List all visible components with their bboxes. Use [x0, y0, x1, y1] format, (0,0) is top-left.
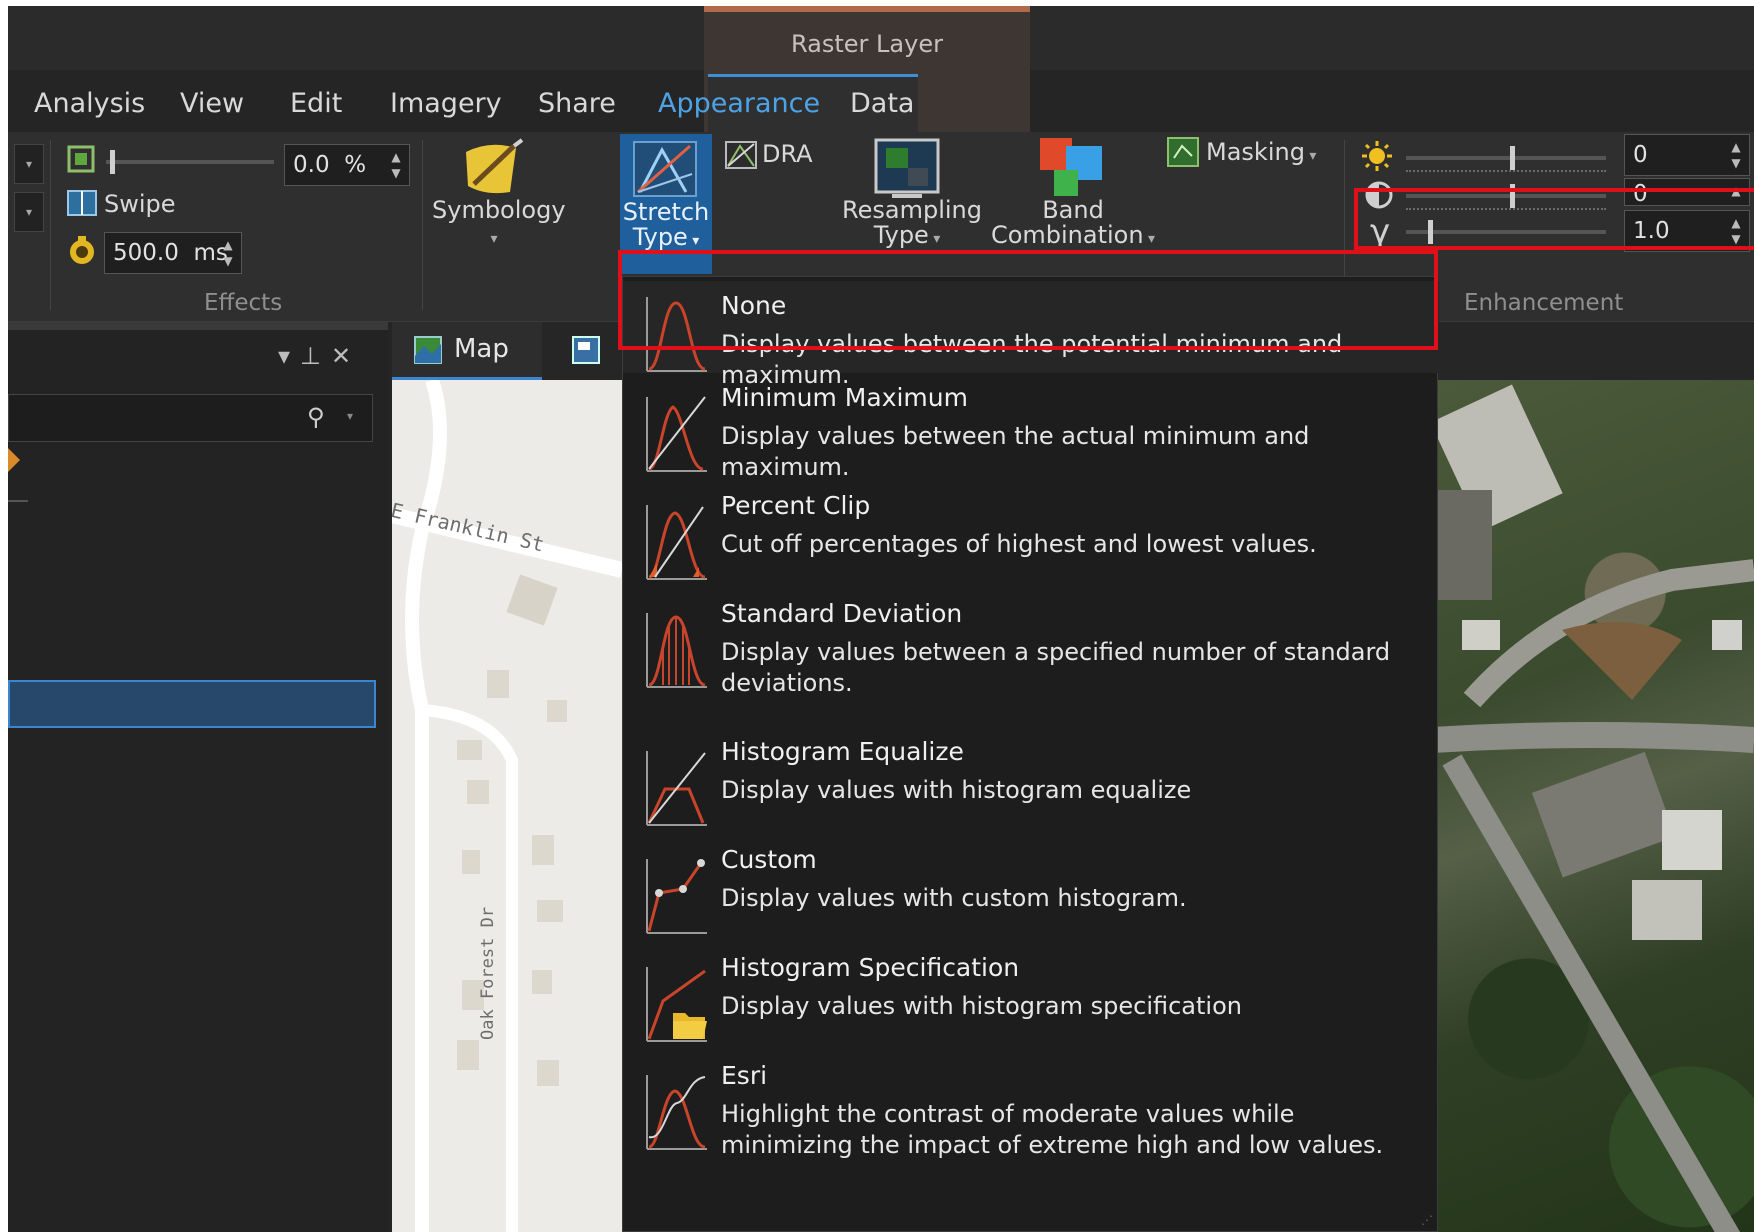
layout-tab-icon[interactable]: [572, 336, 602, 368]
spin-arrows[interactable]: ▲ ▼: [1729, 139, 1743, 171]
option-title: Histogram Equalize: [721, 737, 964, 766]
option-title: Minimum Maximum: [721, 383, 968, 412]
stretch-option-minimum-maximum[interactable]: Minimum Maximum Display values between t…: [623, 381, 1439, 481]
tab-analysis[interactable]: Analysis: [34, 88, 145, 119]
gamma-highlight-box: [1354, 188, 1754, 250]
stretch-option-histogram-equalize[interactable]: Histogram Equalize Display values with h…: [623, 735, 1439, 831]
brightness-slider[interactable]: [1406, 146, 1606, 172]
option-title: Esri: [721, 1061, 768, 1090]
none-option-highlight-box: [618, 250, 1438, 350]
search-options-icon[interactable]: ▾: [347, 409, 353, 423]
spin-arrows[interactable]: ▲ ▼: [221, 237, 235, 269]
search-icon[interactable]: ⚲: [307, 403, 325, 431]
band-combination-button[interactable]: Band Combination ▾: [988, 198, 1158, 252]
layer-dropdown-1[interactable]: ▾: [14, 144, 44, 184]
option-description: Display values with histogram equalize: [721, 776, 1192, 804]
stretch-percentclip-icon: [643, 501, 709, 587]
flicker-icon: [66, 234, 98, 270]
contents-pane: ▾⊥✕ ⚲ ▾: [8, 322, 388, 1232]
pane-menu-icon[interactable]: ▾: [278, 342, 300, 370]
option-title: Custom: [721, 845, 817, 874]
context-group-label: Raster Layer: [791, 30, 943, 58]
option-title: Standard Deviation: [721, 599, 963, 628]
swipe-icon: [66, 188, 98, 222]
menu-resize-grip[interactable]: ⋰: [1421, 1213, 1433, 1227]
map-tab-label: Map: [454, 334, 509, 364]
option-description: Highlight the contrast of moderate value…: [721, 1100, 1384, 1159]
symbology-button[interactable]: Symbology ▾: [432, 198, 566, 252]
separator: [50, 140, 51, 310]
stretch-type-icon: [632, 140, 698, 202]
stretch-minmax-icon: [643, 393, 709, 479]
pin-icon[interactable]: ⊥: [300, 342, 331, 370]
tab-share[interactable]: Share: [538, 88, 616, 119]
brightness-icon: [1360, 140, 1394, 176]
spin-arrows[interactable]: ▲ ▼: [389, 149, 403, 181]
tree-line: [8, 500, 28, 502]
tab-view[interactable]: View: [180, 88, 244, 119]
stretch-custom-icon: [643, 855, 709, 941]
separator: [422, 140, 423, 310]
map-tab[interactable]: Map: [392, 322, 542, 380]
effects-group-label: Effects: [204, 290, 283, 316]
map-icon: [414, 336, 442, 368]
map-view-imagery[interactable]: [1432, 380, 1754, 1232]
masking-button[interactable]: Masking ▾: [1206, 138, 1316, 166]
option-description: Display values with custom histogram.: [721, 884, 1187, 912]
stretch-option-histogram-specification[interactable]: Histogram Specification Display values w…: [623, 951, 1439, 1047]
tab-imagery[interactable]: Imagery: [390, 88, 502, 119]
swipe-button[interactable]: Swipe: [104, 190, 176, 218]
brightness-input[interactable]: 0 ▲ ▼: [1624, 134, 1750, 176]
resampling-type-button[interactable]: Resampling Type ▾: [842, 198, 982, 252]
transparency-slider[interactable]: [106, 150, 274, 174]
tab-edit[interactable]: Edit: [290, 88, 342, 119]
stretch-option-esri[interactable]: Esri Highlight the contrast of moderate …: [623, 1059, 1439, 1173]
stretch-stddev-icon: [643, 609, 709, 695]
stretch-esri-icon: [643, 1071, 709, 1157]
stretch-option-percent-clip[interactable]: Percent Clip Cut off percentages of high…: [623, 489, 1439, 585]
option-description: Display values between the actual minimu…: [721, 422, 1310, 481]
transparency-icon: [66, 144, 98, 178]
masking-icon: [1166, 136, 1200, 172]
tab-data[interactable]: Data: [850, 88, 914, 119]
map-view-streets[interactable]: E Franklin St Oak Forest Dr: [392, 380, 622, 1232]
pane-header-bar: [8, 322, 388, 330]
tab-appearance[interactable]: Appearance: [658, 88, 820, 119]
close-icon[interactable]: ✕: [331, 342, 361, 370]
dra-icon: [724, 140, 758, 174]
stretch-option-custom[interactable]: Custom Display values with custom histog…: [623, 843, 1439, 939]
option-title: Percent Clip: [721, 491, 871, 520]
pane-controls: ▾⊥✕: [278, 342, 361, 370]
transparency-input[interactable]: 0.0 % ▲ ▼: [284, 144, 410, 186]
symbology-icon: [460, 136, 528, 204]
layer-dropdown-2[interactable]: ▾: [14, 192, 44, 232]
enhancement-group-label: Enhancement: [1464, 290, 1624, 316]
option-description: Display values with histogram specificat…: [721, 992, 1242, 1020]
flicker-input[interactable]: 500.0 ms ▲ ▼: [104, 232, 242, 274]
dra-button[interactable]: DRA: [762, 140, 813, 168]
stretch-equalize-icon: [643, 747, 709, 833]
collapse-arrow-icon[interactable]: [8, 448, 20, 472]
selected-layer-row[interactable]: [8, 680, 376, 728]
search-input[interactable]: ⚲ ▾: [8, 394, 373, 442]
arcgis-window: Raster Layer Analysis View Edit Imagery …: [8, 6, 1754, 1232]
stretch-option-standard-deviation[interactable]: Standard Deviation Display values betwee…: [623, 597, 1439, 711]
street-label-oak-forest: Oak Forest Dr: [478, 906, 498, 1040]
option-description: Display values between a specified numbe…: [721, 638, 1391, 697]
stretch-type-menu: None Display values between the potentia…: [622, 276, 1439, 1232]
option-title: Histogram Specification: [721, 953, 1020, 982]
stretch-specification-icon: [643, 963, 709, 1049]
option-description: Cut off percentages of highest and lowes…: [721, 530, 1317, 558]
